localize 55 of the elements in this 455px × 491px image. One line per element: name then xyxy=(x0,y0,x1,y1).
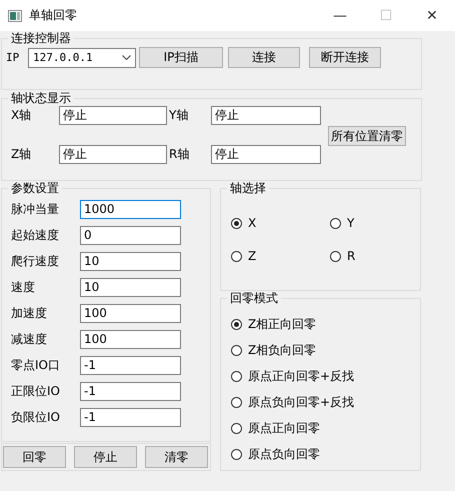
action-button[interactable]: 回零 xyxy=(3,446,66,468)
param-label: 减速度 xyxy=(10,330,48,348)
action-button[interactable]: 停止 xyxy=(74,446,137,468)
param-label: 负限位IO xyxy=(10,408,61,426)
param-label: 速度 xyxy=(10,278,36,296)
input-field[interactable]: -1 xyxy=(80,408,181,426)
status-field: 停止 xyxy=(211,106,321,125)
group-title: 连接控制器 xyxy=(10,31,72,45)
axis-radio[interactable]: R xyxy=(330,249,420,263)
param-label: 正限位IO xyxy=(10,382,61,400)
mode-radio[interactable]: 原点负向回零 xyxy=(231,446,420,463)
input-field[interactable]: 0 xyxy=(80,226,181,244)
ip-dropdown[interactable]: 127.0.0.1 xyxy=(28,48,136,68)
mode-radio[interactable]: 原点正向回零+反找 xyxy=(231,368,420,385)
axis-label: Y轴 xyxy=(169,107,190,124)
mode-radio[interactable]: Z相正向回零 xyxy=(231,316,420,333)
status-field: 停止 xyxy=(59,106,167,125)
param-label: 爬行速度 xyxy=(10,252,60,270)
mode-radio[interactable]: 原点正向回零 xyxy=(231,420,420,437)
action-button[interactable]: 清零 xyxy=(145,446,208,468)
chevron-icon xyxy=(122,55,131,60)
axis-radio[interactable]: Z xyxy=(231,249,330,263)
connect-bar-button[interactable]: 连接 xyxy=(228,47,300,68)
input-field[interactable]: 10 xyxy=(80,278,181,296)
input-field[interactable]: 100 xyxy=(80,330,181,348)
param-label: 起始速度 xyxy=(10,226,60,244)
mode-radio[interactable]: 原点负向回零+反找 xyxy=(231,394,420,411)
status-field: 停止 xyxy=(59,145,167,164)
close-button[interactable]: ✕ xyxy=(409,8,455,24)
minimize-button[interactable]: — xyxy=(317,8,363,24)
mode-radio[interactable]: Z相负向回零 xyxy=(231,342,420,359)
input-field[interactable]: -1 xyxy=(80,356,181,374)
param-label: 加速度 xyxy=(10,304,48,322)
window-title: 单轴回零 xyxy=(29,7,78,24)
ip-label: IP xyxy=(5,51,20,64)
axis-label: X轴 xyxy=(11,107,32,124)
param-label: 零点IO口 xyxy=(10,356,61,374)
connect-bar-button[interactable]: IP扫描 xyxy=(139,47,223,68)
app-icon xyxy=(8,10,22,22)
group-title: 轴状态显示 xyxy=(10,91,72,105)
param-label: 脉冲当量 xyxy=(10,200,60,218)
axis-label: R轴 xyxy=(169,146,190,163)
group-title: 轴选择 xyxy=(229,181,267,195)
group-title: 回零模式 xyxy=(229,291,279,305)
group-title: 参数设置 xyxy=(10,181,60,195)
input-field[interactable]: -1 xyxy=(80,382,181,400)
axis-radio[interactable]: Y xyxy=(330,216,420,230)
clear-positions-button[interactable]: 所有位置清零 xyxy=(328,126,406,146)
status-field: 停止 xyxy=(211,145,321,164)
connect-bar-button[interactable]: 断开连接 xyxy=(309,47,381,68)
input-field[interactable]: 100 xyxy=(80,304,181,322)
axis-radio[interactable]: X xyxy=(231,216,330,230)
input-field[interactable]: 10 xyxy=(80,252,181,270)
axis-label: Z轴 xyxy=(11,146,32,163)
input-field[interactable]: 1000 xyxy=(80,200,181,218)
